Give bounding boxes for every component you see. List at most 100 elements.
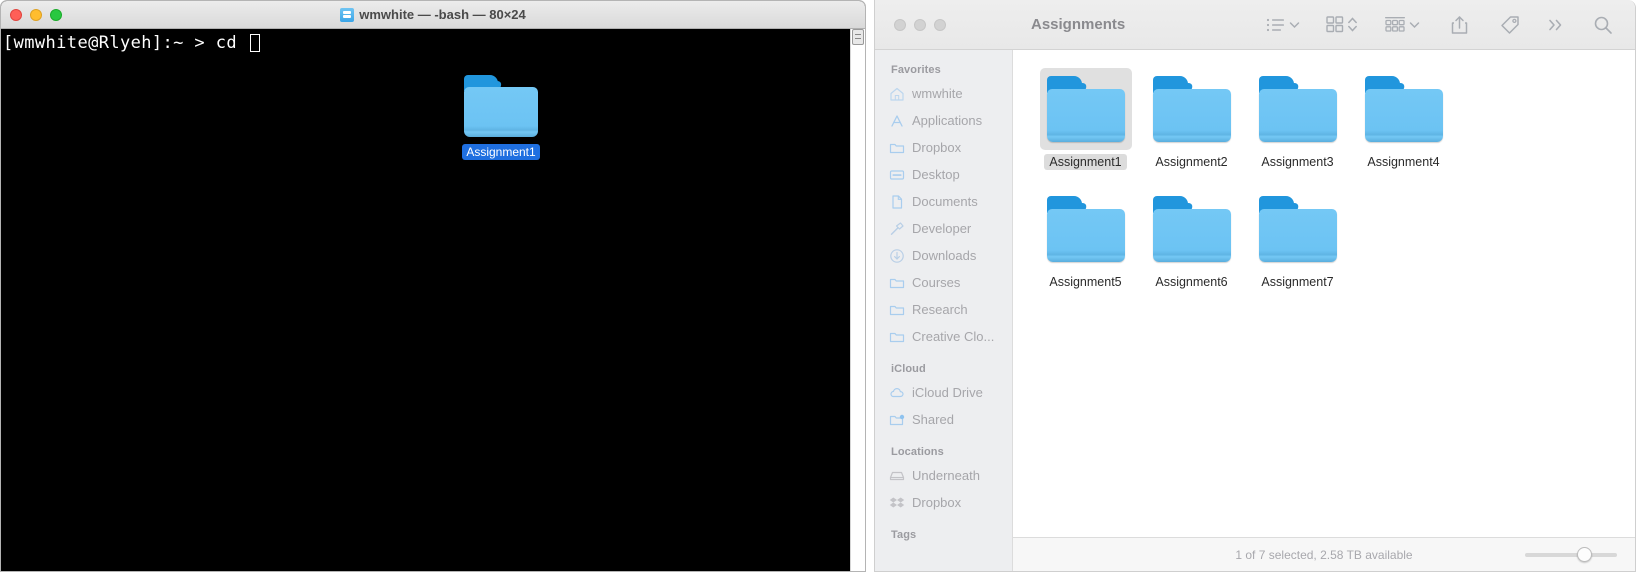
file-item-assignment4[interactable]: Assignment4 [1351, 64, 1456, 170]
finder-window[interactable]: Assignments [874, 0, 1636, 572]
finder-traffic-lights[interactable] [894, 19, 1006, 31]
file-item-assignment7[interactable]: Assignment7 [1245, 184, 1350, 290]
tag-icon [1499, 15, 1521, 35]
folder-icon [1047, 196, 1125, 262]
chevron-up-down-icon [1347, 16, 1358, 33]
sidebar-item-research[interactable]: Research [875, 296, 1012, 323]
search-icon [1593, 15, 1613, 35]
group-by-button[interactable] [1382, 12, 1422, 37]
file-thumbnail [1252, 188, 1344, 270]
finder-content-area[interactable]: Assignment1 Assignment2 [1013, 50, 1635, 537]
applications-icon [889, 113, 905, 129]
sidebar-item-downloads[interactable]: Downloads [875, 242, 1012, 269]
view-as-icons-button[interactable] [1324, 12, 1360, 37]
file-grid: Assignment1 Assignment2 [1033, 64, 1635, 304]
file-thumbnail [1146, 68, 1238, 150]
finder-minimize-button[interactable] [914, 19, 926, 31]
file-label: Assignment2 [1150, 154, 1232, 170]
terminal-body[interactable]: [wmwhite@Rlyeh]:~ > cd [1, 29, 850, 571]
terminal-title-text: wmwhite — -bash — 80×24 [359, 7, 526, 22]
finder-window-title: Assignments [1031, 16, 1125, 33]
sidebar-item-icloud-drive[interactable]: iCloud Drive [875, 379, 1012, 406]
folder-icon [1153, 196, 1231, 262]
file-item-assignment6[interactable]: Assignment6 [1139, 184, 1244, 290]
more-toolbar-items-button[interactable] [1545, 14, 1567, 36]
list-view-icon [1266, 17, 1286, 33]
chevron-down-icon [1409, 21, 1420, 29]
sidebar-item-wmwhite[interactable]: wmwhite [875, 80, 1012, 107]
sidebar-item-dropbox-location[interactable]: Dropbox [875, 489, 1012, 516]
file-item-assignment2[interactable]: Assignment2 [1139, 64, 1244, 170]
terminal-cursor [250, 34, 260, 52]
sidebar-item-label: Creative Clo... [912, 329, 994, 344]
dragged-folder-label: Assignment1 [462, 144, 539, 160]
folder-outline-icon [889, 140, 905, 156]
home-icon [889, 86, 905, 102]
sidebar-item-desktop[interactable]: Desktop [875, 161, 1012, 188]
icon-size-slider[interactable] [1525, 553, 1617, 557]
terminal-scrollbar[interactable] [850, 29, 865, 571]
file-label: Assignment1 [1044, 154, 1126, 170]
desktop-screen: wmwhite — -bash — 80×24 [wmwhite@Rlyeh]:… [0, 0, 1636, 587]
terminal-scrollbar-thumb[interactable] [852, 29, 864, 45]
terminal-prompt-text: [wmwhite@Rlyeh]:~ > cd [3, 32, 248, 54]
sidebar-item-label: Dropbox [912, 495, 961, 510]
file-label: Assignment3 [1256, 154, 1338, 170]
dropbox-icon [889, 495, 905, 511]
sidebar-item-documents[interactable]: Documents [875, 188, 1012, 215]
sidebar-item-label: Shared [912, 412, 954, 427]
folder-icon [1259, 76, 1337, 142]
sidebar-item-applications[interactable]: Applications [875, 107, 1012, 134]
terminal-prompt-line: [wmwhite@Rlyeh]:~ > cd [3, 32, 850, 54]
sidebar-item-label: Documents [912, 194, 978, 209]
folder-icon [1259, 196, 1337, 262]
folder-icon [464, 75, 538, 137]
finder-sidebar[interactable]: Favorites wmwhite Applications [875, 50, 1013, 571]
file-item-assignment1[interactable]: Assignment1 [1033, 64, 1138, 170]
document-icon [889, 194, 905, 210]
terminal-app-icon [340, 8, 354, 22]
icon-size-slider-knob[interactable] [1577, 547, 1592, 562]
chevron-double-right-icon [1547, 18, 1565, 32]
sidebar-item-label: iCloud Drive [912, 385, 983, 400]
share-button[interactable] [1448, 11, 1471, 39]
folder-outline-icon [889, 275, 905, 291]
sidebar-section-icloud: iCloud [875, 350, 1012, 379]
terminal-title: wmwhite — -bash — 80×24 [1, 7, 865, 22]
folder-outline-icon [889, 329, 905, 345]
finder-close-button[interactable] [894, 19, 906, 31]
share-icon [1450, 15, 1469, 35]
shared-folder-icon [889, 412, 905, 428]
folder-icon [1365, 76, 1443, 142]
finder-toolbar[interactable]: Assignments [875, 0, 1635, 50]
sidebar-item-shared[interactable]: Shared [875, 406, 1012, 433]
finder-maximize-button[interactable] [934, 19, 946, 31]
desktop-icon [889, 167, 905, 183]
dragged-folder-ghost[interactable]: Assignment1 [461, 75, 541, 160]
terminal-titlebar[interactable]: wmwhite — -bash — 80×24 [1, 1, 865, 29]
status-text: 1 of 7 selected, 2.58 TB available [1235, 548, 1412, 562]
sidebar-item-creative-cloud[interactable]: Creative Clo... [875, 323, 1012, 350]
file-thumbnail [1040, 68, 1132, 150]
hammer-icon [889, 221, 905, 237]
terminal-window[interactable]: wmwhite — -bash — 80×24 [wmwhite@Rlyeh]:… [0, 0, 866, 572]
sidebar-item-courses[interactable]: Courses [875, 269, 1012, 296]
file-item-assignment5[interactable]: Assignment5 [1033, 184, 1138, 290]
sidebar-item-label: Underneath [912, 468, 980, 483]
file-thumbnail [1146, 188, 1238, 270]
hard-disk-icon [889, 468, 905, 484]
view-as-list-button[interactable] [1264, 13, 1302, 37]
search-button[interactable] [1591, 11, 1615, 39]
sidebar-item-underneath[interactable]: Underneath [875, 462, 1012, 489]
sidebar-item-dropbox-folder[interactable]: Dropbox [875, 134, 1012, 161]
folder-icon [1047, 76, 1125, 142]
file-item-assignment3[interactable]: Assignment3 [1245, 64, 1350, 170]
sidebar-section-favorites: Favorites [875, 58, 1012, 80]
file-label: Assignment4 [1362, 154, 1444, 170]
sidebar-item-label: Research [912, 302, 968, 317]
sidebar-section-locations: Locations [875, 433, 1012, 462]
sidebar-item-developer[interactable]: Developer [875, 215, 1012, 242]
file-thumbnail [1252, 68, 1344, 150]
chevron-down-icon [1289, 21, 1300, 29]
tags-button[interactable] [1497, 11, 1523, 39]
